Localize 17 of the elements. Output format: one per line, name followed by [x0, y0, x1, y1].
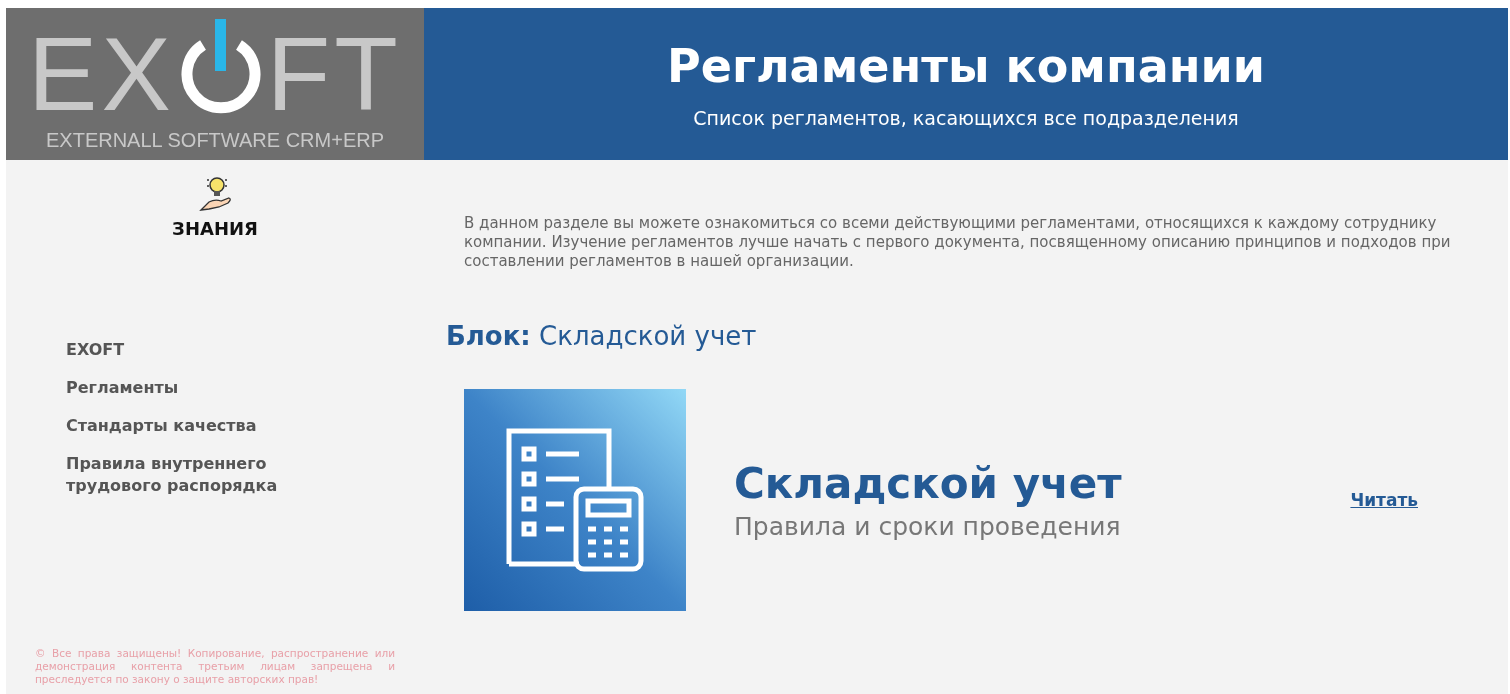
page-title: Регламенты компании — [667, 39, 1265, 93]
intro-paragraph: В данном разделе вы можете ознакомиться со всеми действующими регламентами, относящихся к каждому сотруднику компании. Изучение регламентов лучше начать с первого документа, посвященному описанию принципов и подходов при составлении регламентов в нашей организации. — [464, 214, 1452, 271]
read-link[interactable]: Читать — [1350, 490, 1418, 510]
logo-text: FT — [266, 29, 402, 119]
document-title: Складской учет — [734, 459, 1123, 508]
page-subtitle: Список регламентов, касающихся все подразделения — [693, 107, 1239, 129]
document-subtitle: Правила и сроки проведения — [734, 512, 1122, 541]
block-heading: Блок: Складской учет — [446, 321, 758, 351]
checklist-calculator-icon — [464, 389, 686, 611]
sidebar-item[interactable]: Регламенты — [66, 377, 306, 399]
logo-text: EX — [28, 29, 175, 119]
sidebar-item[interactable]: Стандарты качества — [66, 415, 306, 437]
sidebar-item[interactable]: Правила внутреннего трудового распорядка — [66, 453, 306, 497]
section-label: ЗНАНИЯ — [172, 218, 258, 239]
logo-tagline: EXTERNALL SOFTWARE CRM+ERP — [46, 129, 384, 152]
copyright-notice: © Все права защищены! Копирование, распространение или демонстрация контента третьим лицам запрещена и преследуется по закону о защите авторских прав! — [35, 647, 395, 686]
sidebar-item[interactable]: EXOFT — [66, 339, 306, 361]
